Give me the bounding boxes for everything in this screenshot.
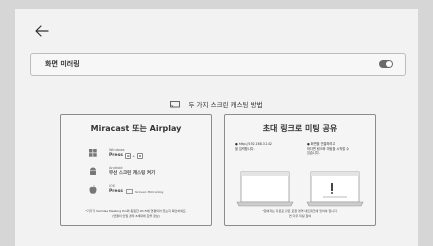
cast-screen-icon	[170, 100, 181, 108]
share-instruction: ● 화면을 연결하려고 하다면 링크와 미팅을 시작할 수 있습니다.	[307, 142, 350, 155]
laptop-link-illustration	[306, 171, 364, 207]
screen-mirroring-label: 화면 미러링	[45, 60, 80, 68]
arrow-left-icon[interactable]	[35, 25, 49, 37]
screen-mirroring-toggle[interactable]	[379, 60, 393, 68]
windows-icon	[87, 147, 99, 159]
toggle-knob	[386, 61, 392, 67]
windows-press-label: Press	[109, 152, 123, 158]
screen-mirroring-row[interactable]: 화면 미러링	[30, 53, 406, 76]
android-icon	[87, 165, 99, 177]
miracast-card-title: Miracast 또는 Airplay	[90, 124, 182, 133]
settings-panel: 화면 미러링 두 가지 스크린 캐스팅 방법 Miracast 또는 Airpl…	[15, 9, 418, 246]
miracast-note: *기기가 Samdas Meeting Pro와 동일한 Wi-Fi에 연결되어…	[85, 209, 187, 218]
windows-key: ⊞	[124, 152, 132, 159]
screen-mirroring-icon	[125, 189, 133, 194]
k-key: K	[136, 152, 144, 159]
miracast-airplay-card: Miracast 또는 Airplay Windows Press ⊞ + K …	[60, 114, 212, 226]
laptop-browser-illustration	[236, 171, 294, 207]
casting-methods-heading: 두 가지 스크린 캐스팅 방법	[15, 99, 418, 109]
ios-screen-mirroring-label: Screen Mirroring	[134, 189, 164, 194]
apple-icon	[87, 183, 99, 195]
android-action-label: 무선 스크린 캐스팅 켜기	[109, 170, 156, 176]
invite-card-title: 초대 링크로 미팅 공유	[262, 124, 338, 133]
ios-instruction: iOS Press Screen Mirroring	[87, 183, 163, 195]
url-instruction: ● http://192.168.3.142 을 입력합니다.	[235, 142, 272, 151]
windows-instruction: Windows Press ⊞ + K	[87, 147, 144, 159]
invite-link-card: 초대 링크로 미팅 공유 ● http://192.168.3.142 을 입력…	[224, 114, 376, 226]
invite-note: *참여자는 다운로 같은 로컬 영역 네트워크에 있어야 합니다. 연 다우 미…	[262, 209, 338, 218]
ios-press-label: Press	[109, 188, 123, 194]
casting-methods-title: 두 가지 스크린 캐스팅 방법	[188, 101, 263, 109]
android-instruction: Android 무선 스크린 캐스팅 켜기	[87, 165, 155, 177]
